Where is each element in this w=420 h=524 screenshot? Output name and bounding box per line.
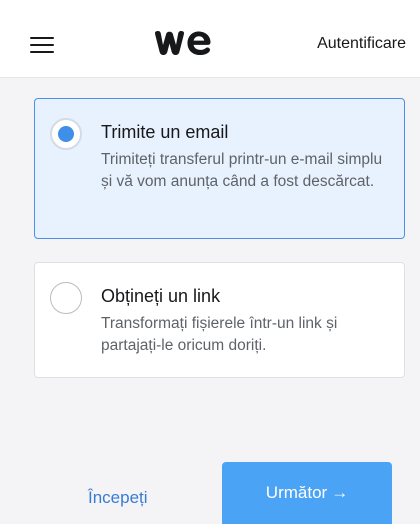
option-description-email: Trimiteți transferul printr-un e-mail si… bbox=[101, 151, 383, 190]
radio-selected[interactable] bbox=[50, 118, 82, 150]
start-link[interactable]: Începeți bbox=[88, 487, 148, 509]
option-title-email: Trimite un email bbox=[101, 122, 229, 142]
hamburger-menu-icon[interactable] bbox=[30, 34, 54, 54]
header-bar: Autentificare bbox=[0, 0, 420, 78]
next-button-label: Următor bbox=[265, 483, 328, 502]
arrow-right-icon: → bbox=[331, 483, 349, 502]
next-button[interactable]: Următor → bbox=[222, 462, 392, 524]
option-description-link: Transformați fișierele într-un link și p… bbox=[101, 315, 338, 354]
radio-unselected[interactable] bbox=[50, 282, 82, 314]
option-card-email[interactable]: Trimite un email Trimiteți transferul pr… bbox=[34, 98, 405, 239]
login-button[interactable]: Autentificare bbox=[317, 34, 406, 54]
app-screen: Autentificare Trimite un email Trimiteți… bbox=[0, 0, 420, 524]
wetransfer-logo-icon[interactable] bbox=[154, 30, 212, 56]
option-title-link: Obțineți un link bbox=[101, 286, 221, 306]
option-card-link[interactable]: Obțineți un link Transformați fișierele … bbox=[34, 262, 405, 378]
